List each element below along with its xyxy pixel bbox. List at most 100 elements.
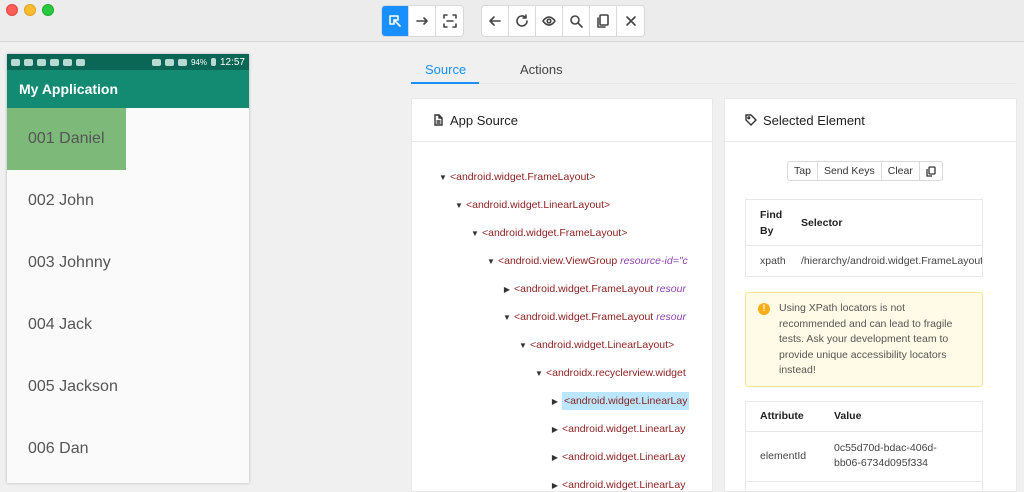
- tree-node[interactable]: ▶ <android.widget.LinearLay: [548, 419, 688, 439]
- back-icon: [489, 16, 501, 26]
- android-status-bar: 94% 12:57: [7, 54, 249, 70]
- list-item[interactable]: 002 John: [7, 170, 249, 232]
- tree-node[interactable]: ▼ <android.widget.FrameLayout>: [468, 223, 630, 243]
- list-item[interactable]: 003 Johnny: [7, 232, 249, 294]
- tap-by-coordinates-icon: [442, 14, 457, 28]
- notification-icon: [50, 58, 59, 66]
- swipe-icon: [416, 17, 428, 25]
- select-element-button[interactable]: [382, 6, 409, 36]
- value-header: Value: [834, 410, 862, 422]
- clear-button[interactable]: Clear: [882, 162, 920, 180]
- list-item[interactable]: 004 Jack: [7, 294, 249, 356]
- tree-toggle-icon[interactable]: ▶: [500, 285, 514, 294]
- find-by-value: xpath: [760, 255, 786, 267]
- tree-toggle-icon[interactable]: ▼: [468, 229, 482, 238]
- tree-node[interactable]: ▶ <android.widget.FrameLayout resour: [500, 279, 686, 299]
- send-keys-button[interactable]: Send Keys: [818, 162, 882, 180]
- session-actions-group: [481, 5, 645, 37]
- find-by-header: Find: [760, 209, 783, 221]
- tree-node[interactable]: ▼ <android.widget.LinearLayout>: [452, 195, 613, 215]
- tap-by-coordinates-button[interactable]: [436, 6, 463, 36]
- mute-icon: [151, 58, 161, 66]
- selector-value[interactable]: /hierarchy/android.widget.FrameLayout/an…: [801, 255, 982, 267]
- table-row: xpath /hierarchy/android.widget.FrameLay…: [746, 246, 982, 276]
- tab-actions[interactable]: Actions: [520, 62, 563, 77]
- swipe-button[interactable]: [409, 6, 436, 36]
- app-source-panel: App Source ▼ <android.widget.FrameLayout>…: [411, 98, 713, 492]
- back-button[interactable]: [482, 6, 509, 36]
- tree-toggle-icon[interactable]: ▼: [500, 313, 514, 322]
- selector-table: Find By Selector xpath /hierarchy/androi…: [745, 199, 983, 277]
- inspector-tabs: Source Actions: [411, 58, 1017, 84]
- close-icon: [625, 16, 636, 26]
- tree-toggle-icon[interactable]: ▼: [452, 201, 466, 210]
- xpath-warning: ! Using XPath locators is not recommende…: [745, 292, 983, 387]
- element-actions: Tap Send Keys Clear: [787, 161, 943, 181]
- notification-icon: [37, 58, 46, 66]
- signal-icon: [177, 58, 187, 66]
- tree-toggle-icon[interactable]: ▶: [548, 481, 562, 490]
- refresh-icon: [516, 14, 528, 27]
- tree-node[interactable]: ▼ <android.view.ViewGroup resource-id="c: [484, 251, 688, 271]
- window-maximize-button[interactable]: [42, 4, 54, 16]
- list-item[interactable]: 006 Dan: [7, 418, 249, 480]
- copy-attributes-button[interactable]: [920, 162, 942, 180]
- tree-node[interactable]: ▼ <android.widget.LinearLayout>: [516, 335, 677, 355]
- select-element-icon: [389, 15, 401, 27]
- list-item[interactable]: 005 Jackson: [7, 356, 249, 418]
- copy-icon: [597, 14, 609, 28]
- tree-node[interactable]: ▶ <android.widget.LinearLay: [548, 447, 688, 467]
- selector-header: Selector: [801, 217, 843, 229]
- warning-text: Using XPath locators is not recommended …: [779, 302, 953, 376]
- notification-icon: [11, 58, 20, 66]
- copy-icon: [926, 165, 936, 177]
- tree-toggle-icon[interactable]: ▶: [548, 453, 562, 462]
- wifi-icon: [164, 58, 174, 66]
- warning-icon: !: [758, 303, 770, 315]
- tag-icon: [745, 114, 757, 126]
- tree-toggle-icon[interactable]: ▼: [436, 173, 450, 182]
- window-toolbar: [0, 0, 1024, 42]
- refresh-button[interactable]: [509, 6, 536, 36]
- tap-button[interactable]: Tap: [788, 162, 818, 180]
- show-hide-button[interactable]: [536, 6, 563, 36]
- tree-node[interactable]: ▼ <android.widget.FrameLayout resour: [500, 307, 686, 327]
- active-tab-indicator: [411, 82, 479, 84]
- attributes-table: Attribute Value elementId 0c55d70d-bdac-…: [745, 401, 983, 491]
- tree-toggle-icon[interactable]: ▶: [548, 397, 562, 406]
- table-row: elementId 0c55d70d-bdac-406d-bb06-6734d0…: [746, 432, 982, 482]
- attribute-header: Attribute: [760, 410, 804, 422]
- tree-toggle-icon[interactable]: ▼: [532, 369, 546, 378]
- device-screenshot[interactable]: 94% 12:57 My Application 001 Daniel 002 …: [7, 54, 249, 483]
- list-item[interactable]: 001 Daniel: [7, 108, 126, 170]
- battery-icon: [210, 58, 216, 66]
- attribute-name: elementId: [760, 450, 807, 462]
- notification-icon: [76, 58, 85, 66]
- search-icon: [570, 15, 583, 28]
- interaction-mode-group: [381, 5, 464, 37]
- tree-node-selected[interactable]: ▶ <android.widget.LinearLay: [548, 391, 692, 411]
- eye-icon: [542, 16, 556, 26]
- tree-node[interactable]: ▼ <android.widget.FrameLayout>: [436, 167, 598, 187]
- quit-session-button[interactable]: [617, 6, 644, 36]
- find-by-header: By: [760, 225, 774, 237]
- tree-toggle-icon[interactable]: ▼: [484, 257, 498, 266]
- battery-level: 94%: [190, 57, 207, 67]
- copy-xml-button[interactable]: [590, 6, 617, 36]
- selected-element-title: Selected Element: [763, 112, 865, 128]
- tab-source[interactable]: Source: [425, 62, 466, 77]
- file-icon: [434, 114, 443, 126]
- selected-element-panel: Selected Element Tap Send Keys Clear Fin…: [724, 98, 1017, 492]
- app-source-title: App Source: [450, 112, 518, 128]
- search-button[interactable]: [563, 6, 590, 36]
- tree-toggle-icon[interactable]: ▼: [516, 341, 530, 350]
- notification-icon: [63, 58, 72, 66]
- app-title: My Application: [7, 70, 249, 108]
- notification-icon: [24, 58, 33, 66]
- tree-node[interactable]: ▼ <androidx.recyclerview.widget: [532, 363, 689, 383]
- window-close-button[interactable]: [6, 4, 18, 16]
- tree-toggle-icon[interactable]: ▶: [548, 425, 562, 434]
- window-minimize-button[interactable]: [24, 4, 36, 16]
- attribute-value[interactable]: 0c55d70d-bdac-406d-bb06-6734d095f334: [834, 441, 937, 471]
- tree-node[interactable]: ▶ <android.widget.LinearLay: [548, 475, 688, 491]
